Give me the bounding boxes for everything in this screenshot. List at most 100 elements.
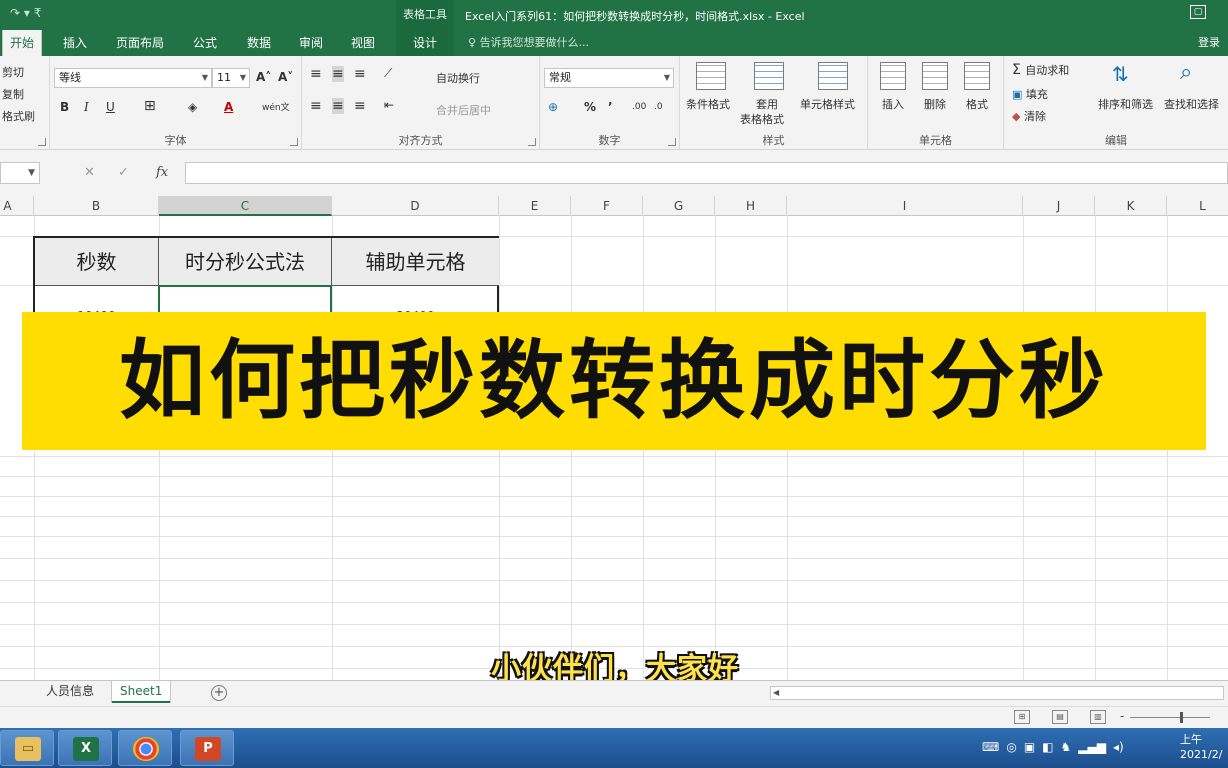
tab-review[interactable]: 审阅 [290, 30, 332, 56]
sheet-tab-personnel[interactable]: 人员信息 [38, 681, 102, 703]
sheet-tab-sheet1[interactable]: Sheet1 [112, 681, 171, 703]
sign-in-link[interactable]: 登录 [1198, 30, 1220, 56]
page-break-view-icon[interactable]: ▥ [1090, 710, 1106, 724]
taskbar-chrome[interactable] [118, 730, 172, 766]
clear-button[interactable]: ◆ 清除 [1012, 108, 1046, 124]
enter-icon[interactable]: ✓ [118, 162, 129, 184]
font-launcher-icon[interactable] [290, 138, 298, 146]
taskbar-explorer[interactable]: ▭ [0, 730, 54, 766]
fill-color-button[interactable]: ◈ [188, 100, 197, 114]
currency-icon[interactable]: ⊕ [548, 100, 558, 114]
tab-insert[interactable]: 插入 [54, 30, 96, 56]
bold-button[interactable]: B [60, 100, 69, 114]
number-launcher-icon[interactable] [668, 138, 676, 146]
tab-data[interactable]: 数据 [238, 30, 280, 56]
align-left-icon[interactable]: ≡ [310, 98, 322, 114]
wrap-text-button[interactable]: 自动换行 [436, 70, 480, 86]
network-icon[interactable]: ◎ [1006, 740, 1016, 754]
page-layout-view-icon[interactable]: ▤ [1052, 710, 1068, 724]
align-center-icon[interactable]: ≡ [332, 98, 344, 114]
italic-button[interactable]: I [84, 100, 89, 114]
taskbar-excel[interactable]: X [58, 730, 112, 766]
format-cells-button[interactable]: 格式 [966, 96, 988, 112]
shirt-icon[interactable]: ♞ [1061, 740, 1072, 754]
align-top-icon[interactable]: ≡ [310, 66, 322, 82]
merge-center-button[interactable]: 合并后居中 [436, 102, 491, 118]
scroll-left-icon[interactable]: ◀ [773, 687, 779, 699]
clipboard-launcher-icon[interactable] [38, 138, 46, 146]
percent-button[interactable]: % [584, 100, 596, 114]
col-header-e[interactable]: E [499, 196, 571, 216]
col-header-d[interactable]: D [332, 196, 499, 216]
tab-home[interactable]: 开始 [2, 30, 42, 56]
find-select-button[interactable]: 查找和选择 [1164, 96, 1219, 112]
tab-page-layout[interactable]: 页面布局 [108, 30, 172, 56]
clock[interactable]: 上午 2021/2/ [1180, 732, 1222, 762]
col-header-f[interactable]: F [571, 196, 643, 216]
phonetic-button[interactable]: wén文 [262, 100, 290, 113]
zoom-slider[interactable] [1130, 717, 1210, 718]
worksheet-grid[interactable]: A B C D E F G H I J K L 秒数 时分秒公式法 辅助单元格 … [0, 196, 1228, 680]
add-sheet-button[interactable]: + [211, 685, 227, 701]
border-icon[interactable]: ⊞ [144, 98, 156, 114]
number-format-select[interactable]: 常规 ▼ [544, 68, 674, 88]
tab-formulas[interactable]: 公式 [184, 30, 226, 56]
indent-icon[interactable]: ⇤ [384, 98, 394, 112]
cell-styles-button[interactable]: 单元格样式 [800, 96, 855, 112]
taskbar-powerpoint[interactable]: P [180, 730, 234, 766]
col-header-g[interactable]: G [643, 196, 715, 216]
grow-font-button[interactable]: A˄ [256, 70, 271, 84]
col-header-h[interactable]: H [715, 196, 787, 216]
font-name-select[interactable]: 等线 ▼ [54, 68, 212, 88]
fill-button[interactable]: ▣ 填充 [1012, 86, 1048, 102]
col-header-i[interactable]: I [787, 196, 1023, 216]
col-header-j[interactable]: J [1023, 196, 1095, 216]
underline-button[interactable]: U [106, 100, 115, 114]
autosum-button[interactable]: Σ 自动求和 [1012, 62, 1069, 78]
zoom-out-button[interactable]: - [1120, 709, 1124, 723]
insert-cells-button[interactable]: 插入 [882, 96, 904, 112]
ribbon-display-icon[interactable]: ▢ [1190, 5, 1206, 19]
header-cell-helper[interactable]: 辅助单元格 [332, 238, 499, 286]
delete-cells-button[interactable]: 删除 [924, 96, 946, 112]
col-header-l[interactable]: L [1167, 196, 1228, 216]
col-header-b[interactable]: B [34, 196, 159, 216]
col-header-k[interactable]: K [1095, 196, 1167, 216]
sort-filter-button[interactable]: 排序和筛选 [1098, 96, 1153, 112]
signal-icon[interactable]: ▂▄▆ [1078, 740, 1106, 754]
tab-design[interactable]: 设计 [396, 30, 454, 56]
horizontal-scrollbar[interactable]: ◀ [770, 686, 1224, 700]
keyboard-icon[interactable]: ⌨ [982, 740, 999, 754]
font-color-button[interactable]: A [224, 100, 233, 114]
align-middle-icon[interactable]: ≡ [332, 66, 344, 82]
speaker-icon[interactable]: ◂) [1113, 740, 1124, 754]
comma-button[interactable]: ’ [608, 100, 613, 114]
antivirus-icon[interactable]: ▣ [1024, 740, 1035, 754]
conditional-format-button[interactable]: 条件格式 [686, 96, 730, 112]
col-header-a[interactable]: A [0, 196, 34, 216]
format-table-button[interactable]: 套用 [756, 96, 778, 112]
col-header-c[interactable]: C [159, 196, 332, 216]
shrink-font-button[interactable]: A˅ [278, 70, 293, 84]
header-cell-seconds[interactable]: 秒数 [35, 238, 159, 286]
decrease-decimal-button[interactable]: .0 [654, 102, 663, 112]
normal-view-icon[interactable]: ⊞ [1014, 710, 1030, 724]
name-box[interactable]: ▼ [0, 162, 40, 184]
insert-function-icon[interactable]: fx [156, 162, 168, 184]
cancel-icon[interactable]: ✕ [84, 162, 95, 184]
formula-input[interactable] [185, 162, 1228, 184]
app-icon[interactable]: ◧ [1042, 740, 1053, 754]
zoom-slider-thumb[interactable] [1180, 712, 1183, 723]
cut-button[interactable]: 剪切 [2, 64, 24, 80]
tell-me-search[interactable]: ♀ 告诉我您想要做什么... [468, 30, 589, 56]
increase-decimal-button[interactable]: .00 [632, 102, 646, 112]
copy-button[interactable]: 复制 [2, 86, 24, 102]
alignment-launcher-icon[interactable] [528, 138, 536, 146]
font-size-select[interactable]: 11 ▼ [212, 68, 250, 88]
align-bottom-icon[interactable]: ≡ [354, 66, 366, 82]
tab-view[interactable]: 视图 [342, 30, 384, 56]
header-cell-formula[interactable]: 时分秒公式法 [159, 238, 332, 286]
quick-access-toolbar[interactable]: ↷ ▾ ₹ [10, 6, 41, 20]
align-right-icon[interactable]: ≡ [354, 98, 366, 114]
format-painter-button[interactable]: 格式刷 [2, 108, 35, 124]
